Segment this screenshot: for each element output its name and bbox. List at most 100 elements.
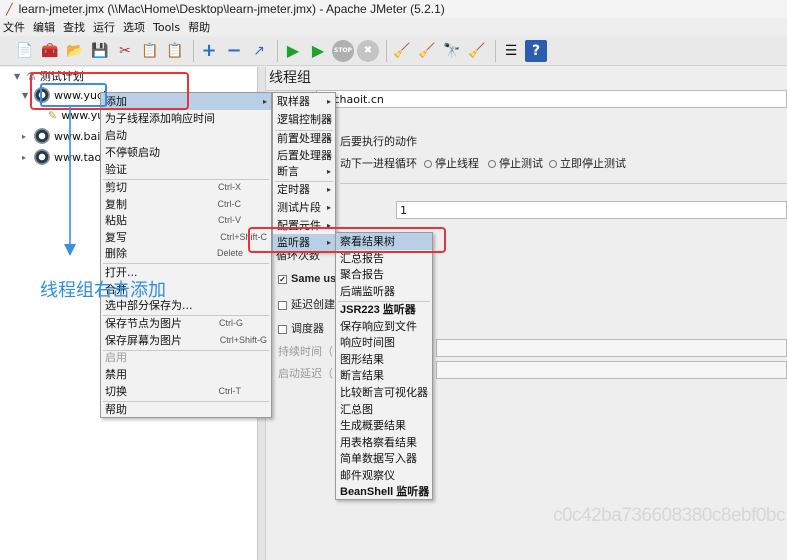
submenu-item-timer[interactable]: 定时器 ▸ bbox=[273, 181, 335, 198]
menu-search[interactable]: 查找 bbox=[63, 19, 85, 35]
opt-stop-test[interactable]: 停止测试 bbox=[488, 155, 543, 171]
start-no-pause-icon[interactable]: ▶ bbox=[307, 40, 329, 62]
menu-edit[interactable]: 编辑 bbox=[33, 19, 55, 35]
menu-item-help[interactable]: 帮助 bbox=[101, 401, 271, 418]
help-icon[interactable]: ? bbox=[525, 39, 547, 62]
menu-run[interactable]: 运行 bbox=[93, 19, 115, 35]
annotation-arrow bbox=[64, 106, 76, 256]
menu-file[interactable]: 文件 bbox=[3, 19, 25, 35]
search-icon[interactable]: 🔭 bbox=[441, 40, 463, 62]
menu-item-save-node-image[interactable]: 保存节点为图片 Ctrl-G bbox=[101, 315, 271, 332]
expander-icon[interactable]: ▸ bbox=[22, 132, 30, 141]
menu-item-add-response-time[interactable]: 为子线程添加响应时间 bbox=[101, 110, 271, 127]
collapse-icon[interactable]: − bbox=[223, 40, 245, 62]
menu-item-disable[interactable]: 禁用 bbox=[101, 366, 271, 383]
submenu-item-assertion[interactable]: 断言 ▸ bbox=[273, 163, 335, 180]
opt-next-loop[interactable]: 动下一进程循环 bbox=[340, 155, 417, 171]
reset-search-icon[interactable]: 🧹 bbox=[466, 40, 488, 62]
radio-icon bbox=[488, 160, 496, 168]
listener-save-responses[interactable]: 保存响应到文件 bbox=[336, 318, 432, 335]
scheduler-checkbox[interactable]: 调度器 bbox=[278, 320, 324, 336]
menu-item-paste[interactable]: 粘贴 Ctrl-V bbox=[101, 212, 271, 229]
function-helper-icon[interactable]: ☰ bbox=[500, 40, 522, 62]
submenu-arrow-icon: ▸ bbox=[326, 202, 331, 212]
menu-item-delete[interactable]: 删除 Delete bbox=[101, 245, 271, 262]
divider bbox=[340, 183, 787, 184]
submenu-arrow-icon: ▸ bbox=[262, 96, 267, 106]
action-label: 后要执行的动作 bbox=[340, 135, 417, 148]
window-title: learn-jmeter.jmx (\\Mac\Home\Desktop\lea… bbox=[18, 2, 445, 16]
cut-icon[interactable]: ✂ bbox=[114, 40, 136, 62]
listener-backend[interactable]: 后端监听器 bbox=[336, 283, 432, 300]
submenu-item-sampler[interactable]: 取样器 ▸ bbox=[273, 93, 335, 110]
menu-item-duplicate[interactable]: 复写 Ctrl+Shift-C bbox=[101, 229, 271, 246]
listener-aggregate-report[interactable]: 聚合报告 bbox=[336, 266, 432, 283]
duration-field[interactable] bbox=[436, 339, 787, 357]
startup-delay-field[interactable] bbox=[436, 361, 787, 379]
thread-count-field[interactable]: 1 bbox=[396, 201, 787, 219]
toolbar-separator bbox=[495, 39, 496, 62]
listener-submenu: 察看结果树 汇总报告 聚合报告 后端监听器 JSR223 监听器 保存响应到文件… bbox=[335, 232, 433, 500]
submenu-arrow-icon: ▸ bbox=[326, 133, 331, 143]
menu-item-save-screen-image[interactable]: 保存屏幕为图片 Ctrl+Shift-G bbox=[101, 332, 271, 349]
shutdown-icon[interactable]: ✖ bbox=[357, 39, 379, 62]
open-icon[interactable]: 📂 bbox=[64, 40, 86, 62]
listener-assertion-results[interactable]: 断言结果 bbox=[336, 367, 432, 384]
annotation-red-box-listener bbox=[248, 227, 446, 253]
expand-icon[interactable]: + bbox=[198, 40, 220, 62]
toolbar-separator bbox=[277, 39, 278, 62]
copy-icon[interactable]: 📋 bbox=[139, 40, 161, 62]
expander-icon[interactable]: ▸ bbox=[22, 153, 30, 162]
paste-icon[interactable]: 📋 bbox=[164, 40, 186, 62]
menu-item-enable[interactable]: 启用 bbox=[101, 349, 271, 366]
stop-icon[interactable]: STOP bbox=[332, 39, 354, 62]
same-user-checkbox[interactable]: Same use bbox=[278, 273, 342, 285]
menu-item-start[interactable]: 启动 bbox=[101, 127, 271, 144]
menu-options[interactable]: 选项 bbox=[123, 19, 145, 35]
listener-jsr223[interactable]: JSR223 监听器 bbox=[336, 301, 432, 318]
listener-generate-summary[interactable]: 生成概要结果 bbox=[336, 417, 432, 434]
new-icon[interactable]: 📄 bbox=[14, 40, 36, 62]
annotation-text: 线程组右击添加 bbox=[40, 280, 166, 301]
listener-view-results-table[interactable]: 用表格察看结果 bbox=[336, 434, 432, 451]
submenu-arrow-icon: ▸ bbox=[326, 96, 331, 106]
listener-graph-results[interactable]: 图形结果 bbox=[336, 351, 432, 368]
menu-item-validate[interactable]: 验证 bbox=[101, 161, 271, 178]
submenu-item-pre-processor[interactable]: 前置处理器 ▸ bbox=[273, 130, 335, 147]
submenu-item-logic-controller[interactable]: 逻辑控制器 ▸ bbox=[273, 111, 335, 128]
checkbox-icon bbox=[278, 274, 287, 284]
checkbox-icon bbox=[278, 300, 287, 310]
menu-item-copy[interactable]: 复制 Ctrl-C bbox=[101, 196, 271, 213]
save-icon[interactable]: 💾 bbox=[89, 40, 111, 62]
start-icon[interactable]: ▶ bbox=[282, 40, 304, 62]
watermark: c0c42ba736608380c8ebf0bc bbox=[552, 505, 786, 526]
menu-item-toggle[interactable]: 切换 Ctrl-T bbox=[101, 383, 271, 400]
duration-label: 持续时间（ bbox=[278, 345, 333, 358]
listener-summary-graph[interactable]: 汇总图 bbox=[336, 401, 432, 418]
expander-icon[interactable]: ▼ bbox=[14, 72, 22, 81]
submenu-item-test-fragment[interactable]: 测试片段 ▸ bbox=[273, 199, 335, 216]
listener-mailer-visualizer[interactable]: 邮件观察仪 bbox=[336, 467, 432, 484]
toolbar-separator bbox=[193, 39, 194, 62]
listener-simple-data-writer[interactable]: 简单数据写入器 bbox=[336, 450, 432, 467]
menu-item-start-no-pause[interactable]: 不停顿启动 bbox=[101, 144, 271, 161]
menu-item-cut[interactable]: 剪切 Ctrl-X bbox=[101, 179, 271, 196]
radio-icon bbox=[549, 160, 557, 168]
opt-stop-thread[interactable]: 停止线程 bbox=[424, 155, 479, 171]
expander-icon[interactable]: ▼ bbox=[22, 91, 30, 100]
opt-stop-now[interactable]: 立即停止测试 bbox=[549, 155, 626, 171]
listener-response-time-graph[interactable]: 响应时间图 bbox=[336, 334, 432, 351]
toggle-icon[interactable]: ↗ bbox=[248, 40, 270, 62]
clear-icon[interactable]: 🧹 bbox=[391, 40, 413, 62]
clear-all-icon[interactable]: 🧹 bbox=[416, 40, 438, 62]
submenu-item-post-processor[interactable]: 后置处理器 ▸ bbox=[273, 147, 335, 164]
menu-help[interactable]: 帮助 bbox=[188, 19, 210, 35]
listener-beanshell[interactable]: BeanShell 监听器 bbox=[336, 483, 432, 500]
name-field[interactable]: yuchaoit.cn bbox=[316, 90, 787, 108]
gear-icon bbox=[34, 128, 50, 144]
menu-tools[interactable]: Tools bbox=[153, 21, 180, 34]
toolbar: 📄 🧰 📂 💾 ✂ 📋 📋 + − ↗ ▶ ▶ STOP ✖ 🧹 🧹 🔭 🧹 ☰… bbox=[0, 36, 787, 66]
templates-icon[interactable]: 🧰 bbox=[39, 40, 61, 62]
listener-comparison-assertion[interactable]: 比较断言可视化器 bbox=[336, 384, 432, 401]
context-menu: 添加 ▸ 为子线程添加响应时间 启动 不停顿启动 验证 剪切 Ctrl-X 复制 Ct… bbox=[100, 92, 272, 418]
